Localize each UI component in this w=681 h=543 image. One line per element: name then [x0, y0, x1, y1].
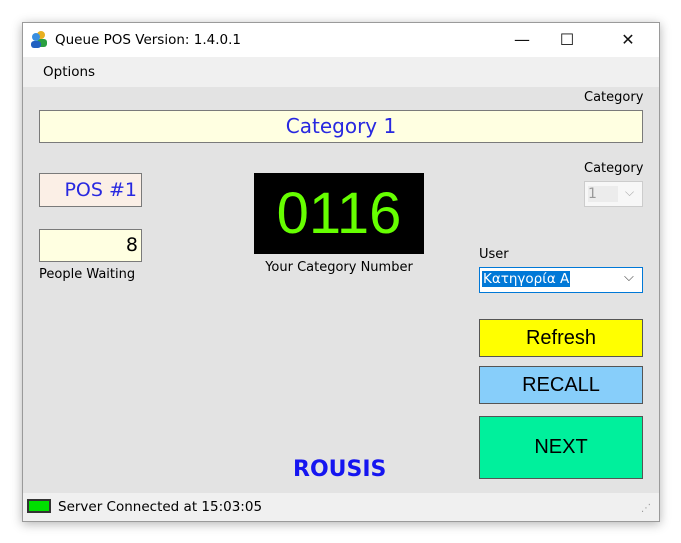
- rousis-logo: ROUSIS: [293, 457, 387, 482]
- people-waiting-count: 8: [39, 229, 142, 262]
- pos-label: POS #1: [39, 173, 142, 207]
- close-button[interactable]: ✕: [605, 23, 651, 57]
- next-button[interactable]: NEXT: [479, 416, 643, 479]
- status-text: Server Connected at 15:03:05: [58, 499, 263, 515]
- status-bar: Server Connected at 15:03:05 ⋰: [23, 493, 659, 521]
- user-select-label: User: [479, 247, 509, 262]
- user-select[interactable]: Κατηγορία Α ⌵: [479, 267, 643, 293]
- category-banner: Category 1: [39, 110, 643, 143]
- maximize-button[interactable]: ☐: [544, 23, 590, 57]
- display-label: Your Category Number: [265, 260, 413, 275]
- category-select[interactable]: 1 ⌵: [584, 181, 643, 207]
- category-select-value: 1: [588, 186, 618, 202]
- app-window: Queue POS Version: 1.4.0.1 — ☐ ✕ Options…: [22, 22, 660, 522]
- recall-button[interactable]: RECALL: [479, 366, 643, 404]
- chevron-down-icon: ⌵: [625, 185, 635, 199]
- resize-grip-icon[interactable]: ⋰: [641, 503, 651, 514]
- refresh-button[interactable]: Refresh: [479, 319, 643, 357]
- menu-options[interactable]: Options: [43, 64, 95, 80]
- app-icon: [31, 31, 47, 48]
- user-select-value: Κατηγορία Α: [482, 271, 571, 287]
- title-bar: Queue POS Version: 1.4.0.1 — ☐ ✕: [23, 23, 659, 57]
- minimize-button[interactable]: —: [499, 23, 545, 57]
- people-waiting-label: People Waiting: [39, 267, 136, 282]
- connection-indicator-icon: [27, 499, 51, 513]
- category-select-label: Category: [584, 161, 644, 176]
- queue-number-display: 0116: [254, 173, 424, 254]
- chevron-down-icon: ⌵: [624, 270, 634, 285]
- category-banner-label: Category: [584, 90, 644, 105]
- menu-bar: Options: [23, 57, 659, 87]
- window-title: Queue POS Version: 1.4.0.1: [55, 32, 241, 48]
